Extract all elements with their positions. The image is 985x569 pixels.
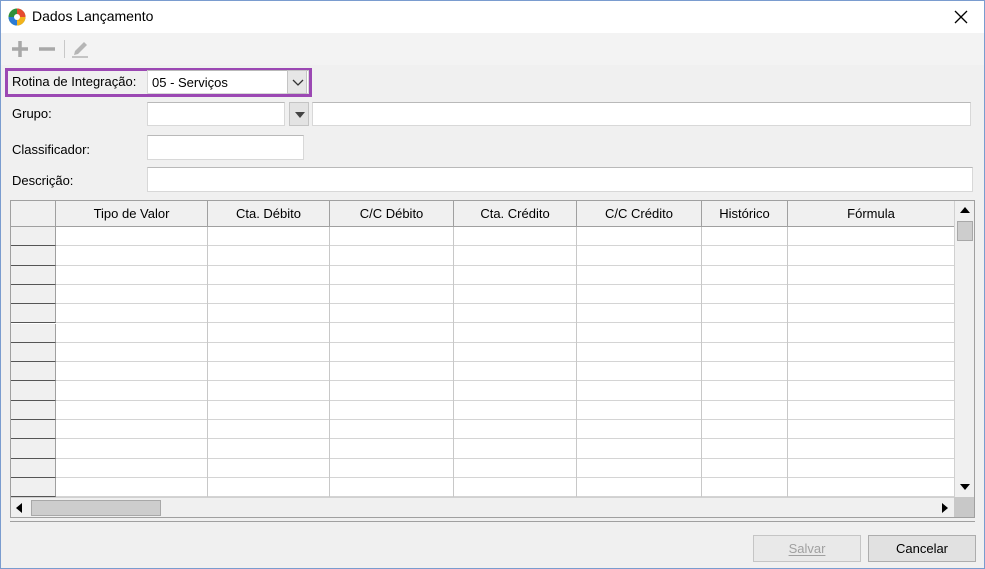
row-indicator[interactable]	[11, 362, 56, 382]
plus-icon	[12, 41, 28, 57]
cancel-button[interactable]: Cancelar	[868, 535, 976, 562]
table-row[interactable]	[56, 362, 954, 382]
column-divider	[576, 227, 577, 497]
save-button-label: Salvar	[788, 541, 826, 556]
grupo-input[interactable]	[147, 102, 285, 126]
row-indicator[interactable]	[11, 323, 56, 343]
grid-corner	[11, 201, 56, 227]
table-row[interactable]	[56, 401, 954, 420]
column-header-cc-credito[interactable]: C/C Crédito	[577, 201, 702, 227]
rotina-label: Rotina de Integração:	[12, 74, 137, 89]
column-divider	[453, 227, 454, 497]
descricao-label: Descrição:	[12, 173, 74, 188]
toolbar	[1, 33, 984, 65]
row-indicator[interactable]	[11, 400, 56, 420]
cancel-button-label: Cancelar	[895, 541, 949, 556]
save-button[interactable]: Salvar	[753, 535, 861, 562]
add-button[interactable]	[9, 38, 31, 60]
title-bar: Dados Lançamento	[1, 1, 984, 33]
descricao-input[interactable]	[147, 167, 973, 192]
row-indicator[interactable]	[11, 420, 56, 440]
scroll-up-icon[interactable]	[960, 207, 970, 213]
column-header-cta-debito[interactable]: Cta. Débito	[208, 201, 330, 227]
minus-icon	[39, 47, 55, 51]
window-title: Dados Lançamento	[32, 8, 154, 24]
rotina-select[interactable]: 05 - Serviços	[147, 70, 309, 94]
dropdown-arrow-icon	[295, 112, 305, 118]
classificador-input[interactable]	[147, 135, 304, 160]
vertical-scroll-thumb[interactable]	[957, 221, 973, 241]
grupo-label: Grupo:	[12, 106, 52, 121]
vertical-scrollbar[interactable]	[954, 201, 974, 497]
table-row[interactable]	[56, 478, 954, 498]
column-divider	[701, 227, 702, 497]
row-indicator[interactable]	[11, 284, 56, 305]
row-indicator[interactable]	[11, 227, 56, 247]
column-header-historico[interactable]: Histórico	[702, 201, 788, 227]
row-indicator[interactable]	[11, 439, 56, 459]
horizontal-scroll-thumb[interactable]	[31, 500, 161, 516]
scroll-down-icon[interactable]	[960, 484, 970, 490]
edit-button[interactable]	[69, 38, 91, 60]
remove-button[interactable]	[36, 38, 58, 60]
chevron-down-icon	[292, 79, 304, 86]
close-icon	[954, 10, 968, 24]
toolbar-separator	[64, 40, 65, 58]
lancamentos-grid[interactable]: Tipo de Valor Cta. Débito C/C Débito Cta…	[10, 200, 975, 518]
grupo-dropdown-button[interactable]	[289, 102, 309, 126]
grupo-description-field[interactable]	[312, 102, 971, 126]
table-row[interactable]	[56, 324, 954, 343]
table-row[interactable]	[56, 246, 954, 266]
row-indicator[interactable]	[11, 342, 56, 363]
table-row[interactable]	[56, 304, 954, 324]
row-indicator[interactable]	[11, 458, 56, 478]
rotina-value: 05 - Serviços	[152, 75, 228, 90]
scroll-corner	[954, 497, 974, 517]
horizontal-scrollbar[interactable]	[11, 497, 954, 517]
column-divider	[787, 227, 788, 497]
close-button[interactable]	[938, 1, 984, 33]
dialog-window: Dados Lançamento Rotina de Integração: 0…	[0, 0, 985, 569]
table-row[interactable]	[56, 285, 954, 305]
table-row[interactable]	[56, 227, 954, 247]
bottom-divider	[10, 521, 975, 522]
table-row[interactable]	[56, 459, 954, 478]
column-header-formula[interactable]: Fórmula	[788, 201, 954, 227]
column-header-tipo-valor[interactable]: Tipo de Valor	[56, 201, 208, 227]
table-row[interactable]	[56, 439, 954, 459]
row-indicator[interactable]	[11, 381, 56, 401]
rotina-dropdown-button[interactable]	[287, 70, 307, 94]
row-indicator[interactable]	[11, 304, 56, 324]
column-header-cc-debito[interactable]: C/C Débito	[330, 201, 454, 227]
classificador-label: Classificador:	[12, 142, 91, 157]
column-divider	[329, 227, 330, 497]
table-row[interactable]	[56, 381, 954, 401]
scroll-right-icon[interactable]	[942, 503, 948, 513]
app-logo-icon	[8, 8, 26, 26]
table-row[interactable]	[56, 343, 954, 363]
grid-header: Tipo de Valor Cta. Débito C/C Débito Cta…	[11, 201, 954, 227]
row-indicator[interactable]	[11, 246, 56, 266]
table-row[interactable]	[56, 266, 954, 285]
column-divider	[207, 227, 208, 497]
table-row[interactable]	[56, 420, 954, 440]
scroll-left-icon[interactable]	[16, 503, 22, 513]
row-indicator[interactable]	[11, 265, 56, 285]
row-indicator[interactable]	[11, 477, 56, 498]
column-header-cta-credito[interactable]: Cta. Crédito	[454, 201, 577, 227]
pencil-icon	[72, 42, 88, 58]
